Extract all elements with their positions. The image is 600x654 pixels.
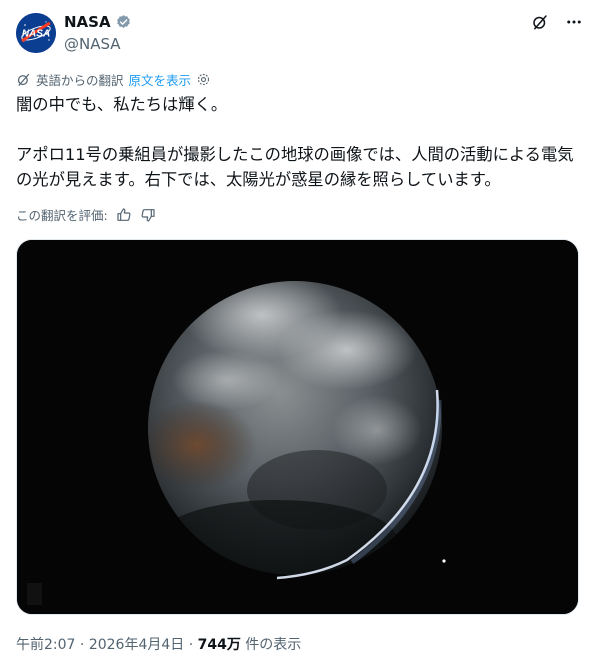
show-original-link[interactable]: 原文を表示 bbox=[129, 70, 192, 89]
earth-photo bbox=[17, 240, 578, 614]
thumbs-up-icon[interactable] bbox=[116, 207, 132, 223]
rate-translation: この翻訳を評価: bbox=[16, 205, 156, 224]
nasa-logo: NASA bbox=[16, 13, 56, 53]
tweet-header: NASA NASA @NASA bbox=[16, 10, 584, 58]
grok-icon[interactable] bbox=[530, 12, 550, 32]
translate-icon bbox=[17, 73, 30, 86]
tweet-line-2: アポロ11号の乗組員が撮影したこの地球の画像では、人間の活動による電気の光が見え… bbox=[16, 145, 574, 189]
footer-separator: · bbox=[184, 637, 198, 653]
thumbs-down-icon[interactable] bbox=[140, 207, 156, 223]
tweet-text: 闇の中でも、私たちは輝く。 アポロ11号の乗組員が撮影したこの地球の画像では、人… bbox=[16, 92, 586, 192]
display-name[interactable]: NASA bbox=[64, 12, 111, 32]
tweet-line-1: 闇の中でも、私たちは輝く。 bbox=[16, 95, 228, 114]
translation-bar: 英語からの翻訳 原文を表示 bbox=[16, 70, 211, 89]
rate-translation-label: この翻訳を評価: bbox=[16, 208, 108, 223]
gear-icon[interactable] bbox=[196, 72, 211, 87]
footer-separator: · bbox=[75, 637, 89, 653]
svg-text:NASA: NASA bbox=[22, 29, 50, 40]
more-icon[interactable] bbox=[564, 12, 584, 32]
user-handle[interactable]: @NASA bbox=[64, 34, 132, 54]
view-count[interactable]: 744万 bbox=[198, 637, 241, 653]
post-time[interactable]: 午前2:07 bbox=[16, 637, 75, 653]
verified-badge-icon bbox=[116, 14, 130, 28]
view-count-label: 件の表示 bbox=[240, 637, 302, 653]
tweet-image[interactable] bbox=[16, 239, 579, 615]
translation-label: 英語からの翻訳 bbox=[36, 73, 124, 88]
post-date[interactable]: 2026年4月4日 bbox=[89, 637, 184, 653]
tweet-footer: 午前2:07 · 2026年4月4日 · 744万 件の表示 bbox=[16, 634, 301, 654]
avatar[interactable]: NASA bbox=[16, 13, 56, 53]
